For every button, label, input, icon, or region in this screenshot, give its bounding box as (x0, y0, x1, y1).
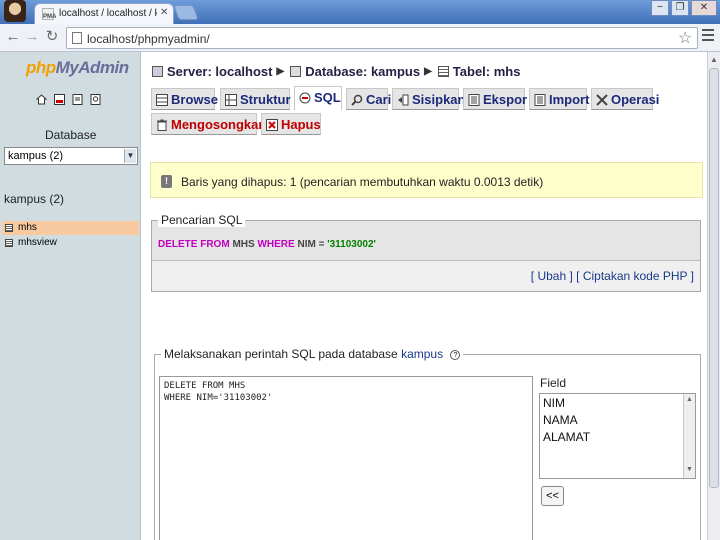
sidebar-item-mhsview[interactable]: mhsview (2, 236, 139, 250)
help-icon[interactable] (90, 94, 101, 105)
database-label: Database (45, 128, 97, 142)
database-select[interactable]: kampus (2) ▼ (4, 147, 138, 165)
operations-icon (596, 94, 608, 106)
back-arrow-icon[interactable]: ← (4, 28, 22, 46)
edit-query-link[interactable]: Ubah (537, 269, 566, 283)
breadcrumb-server[interactable]: Server: localhost (167, 64, 273, 79)
field-label: Field (540, 376, 567, 390)
new-tab-button[interactable] (173, 5, 199, 20)
tab-mengosongkan[interactable]: Mengosongkan (151, 113, 266, 135)
executed-query: DELETE FROM MHS WHERE NIM = '31103002' (158, 239, 376, 250)
tab-operasi[interactable]: Operasi (591, 88, 659, 110)
run-sql-fieldset: Melaksanakan perintah SQL pada database … (154, 347, 701, 540)
tab-sisipkan[interactable]: Sisipkan (392, 88, 465, 110)
chevron-down-icon[interactable]: ▼ (124, 149, 136, 163)
close-window-button[interactable]: ✕ (691, 0, 717, 16)
field-option[interactable]: NIM (543, 396, 565, 410)
tab-close-icon[interactable]: ✕ (160, 7, 168, 18)
tab-import[interactable]: Import (529, 88, 589, 110)
database-link[interactable]: kampus (401, 347, 443, 361)
field-option[interactable]: NAMA (543, 413, 578, 427)
breadcrumb-table[interactable]: Tabel: mhs (453, 64, 521, 79)
field-list-scrollbar[interactable]: ▲ ▼ (683, 394, 695, 478)
insert-icon (398, 94, 409, 106)
browser-toolbar: ← → ↻ localhost/phpmyadmin/ (0, 24, 720, 52)
search-icon (351, 94, 363, 106)
tab-struktur[interactable]: Struktur (220, 88, 291, 110)
tab-hapus[interactable]: Hapus (261, 113, 321, 135)
field-option[interactable]: ALAMAT (543, 430, 590, 444)
minimize-button[interactable]: − (651, 0, 669, 16)
page-scrollbar[interactable]: ▲ (707, 52, 720, 540)
insert-field-button[interactable]: << (541, 486, 564, 506)
sidebar-item-mhs[interactable]: mhs (2, 221, 139, 235)
table-icon[interactable] (5, 224, 13, 232)
tab-browse[interactable]: Browse (151, 88, 218, 110)
run-sql-legend: Melaksanakan perintah SQL pada database … (161, 347, 464, 361)
table-icon (437, 66, 449, 78)
info-icon: ! (161, 175, 172, 188)
create-php-code-link[interactable]: Ciptakan kode PHP (583, 269, 688, 283)
browser-tab[interactable]: PMA localhost / localhost / kampus ✕ (34, 3, 174, 24)
phpmyadmin-logo[interactable]: phpMyAdmin (26, 58, 129, 78)
arrow-right-icon: ▶ (276, 66, 285, 78)
tab-title: localhost / localhost / kampus (59, 8, 157, 19)
database-icon (290, 66, 302, 78)
arrow-right-icon: ▶ (424, 66, 432, 78)
notice-text: Baris yang dihapus: 1 (pencarian membutu… (181, 175, 544, 189)
help-icon[interactable]: ? (450, 349, 461, 360)
success-notice: ! Baris yang dihapus: 1 (pencarian membu… (150, 162, 703, 198)
reload-icon[interactable]: ↻ (43, 28, 61, 46)
breadcrumb: Server: localhost ▶ Database: kampus ▶ Tabel… (152, 63, 520, 79)
table-icon[interactable] (5, 239, 13, 247)
page-icon (72, 32, 82, 44)
scroll-up-icon[interactable]: ▲ (710, 55, 718, 64)
home-icon[interactable] (36, 94, 47, 105)
export-icon (468, 94, 480, 106)
tab-sql[interactable]: SQL (294, 86, 342, 110)
maximize-button[interactable]: ❐ (671, 0, 689, 16)
empty-icon (157, 119, 167, 131)
scroll-thumb[interactable] (709, 68, 719, 488)
import-icon (534, 94, 546, 106)
scroll-up-icon[interactable]: ▲ (686, 396, 693, 403)
url-text: localhost/phpmyadmin/ (87, 32, 210, 46)
sql-icon (299, 92, 311, 104)
sql-query-textarea[interactable]: DELETE FROM MHS WHERE NIM='31103002' (159, 376, 533, 540)
sql-query-actions: [ Ubah ] [ Ciptakan kode PHP ] (151, 260, 701, 292)
tab-ekspor[interactable]: Ekspor (463, 88, 527, 110)
drop-icon (266, 119, 278, 131)
breadcrumb-database[interactable]: Database: kampus (305, 64, 420, 79)
main-frame: Server: localhost ▶ Database: kampus ▶ Tabel… (146, 52, 707, 540)
server-icon (152, 66, 163, 78)
menu-icon[interactable] (702, 29, 714, 41)
tab-cari[interactable]: Cari (346, 88, 391, 110)
forward-arrow-icon[interactable]: → (23, 28, 41, 46)
database-heading[interactable]: kampus (2) (4, 192, 64, 206)
browser-tabstrip: PMA localhost / localhost / kampus ✕ − ❐… (0, 0, 720, 24)
docs-icon[interactable] (72, 94, 83, 105)
scroll-down-icon[interactable]: ▼ (686, 466, 693, 473)
browse-icon (156, 94, 168, 106)
user-avatar[interactable] (4, 0, 26, 22)
address-bar[interactable]: localhost/phpmyadmin/ (66, 27, 698, 49)
sql-query-legend: Pencarian SQL (158, 213, 246, 227)
navigation-frame: phpMyAdmin Database kampus (2) ▼ kampus … (0, 52, 141, 540)
field-listbox[interactable]: NIM NAMA ALAMAT ▲ ▼ (539, 393, 696, 479)
query-links: [ Ubah ] [ Ciptakan kode PHP ] (530, 269, 694, 283)
sql-query-window-icon[interactable] (54, 94, 65, 105)
bookmark-star-icon[interactable]: ☆ (678, 28, 692, 48)
structure-icon (225, 94, 237, 106)
pma-favicon-icon: PMA (42, 8, 56, 20)
